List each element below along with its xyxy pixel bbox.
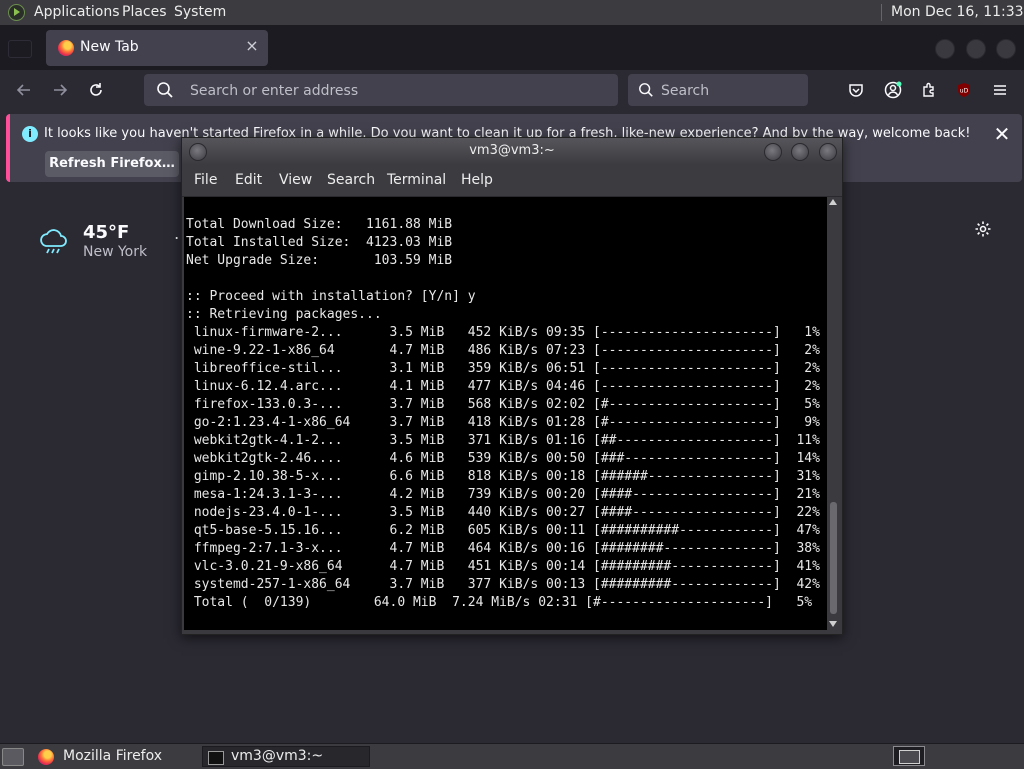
scrollbar-thumb[interactable]: [830, 502, 837, 614]
weather-widget[interactable]: 45°F New York ⋯: [38, 218, 198, 268]
search-icon: [157, 82, 173, 98]
close-window-button[interactable]: [996, 39, 1016, 59]
taskbar-firefox-label: Mozilla Firefox: [63, 748, 163, 764]
hamburger-menu-icon[interactable]: [988, 78, 1012, 102]
menu-edit[interactable]: Edit: [235, 164, 262, 196]
menu-terminal[interactable]: Terminal: [387, 164, 446, 196]
firefox-icon: [58, 40, 74, 56]
maximize-button[interactable]: [966, 39, 986, 59]
clock[interactable]: Mon Dec 16, 11:33 AM: [891, 0, 1024, 45]
account-icon[interactable]: [881, 78, 905, 102]
extensions-icon[interactable]: [917, 78, 941, 102]
firefox-tab-bar: New Tab ×: [0, 26, 1024, 70]
terminal-titlebar[interactable]: vm3@vm3:~: [182, 138, 842, 164]
taskbar-terminal-label: vm3@vm3:~: [231, 748, 324, 764]
menu-file[interactable]: File: [194, 164, 217, 196]
gear-icon[interactable]: [972, 218, 994, 240]
firefox-view-icon[interactable]: [8, 40, 32, 58]
scroll-up-icon[interactable]: [829, 199, 837, 205]
svg-text:uD: uD: [960, 88, 969, 95]
menu-view[interactable]: View: [279, 164, 312, 196]
terminal-screen[interactable]: Total Download Size: 1161.88 MiB Total I…: [184, 197, 827, 630]
distro-logo-icon[interactable]: [8, 4, 25, 21]
notification-close-icon[interactable]: ✕: [990, 122, 1014, 146]
terminal-minimize-button[interactable]: [764, 143, 782, 161]
search-input[interactable]: [659, 74, 803, 108]
terminal-icon: [208, 751, 224, 765]
tab-new-tab[interactable]: New Tab ×: [46, 30, 268, 66]
taskbar-terminal[interactable]: vm3@vm3:~: [202, 746, 370, 767]
temperature: 45°F: [83, 222, 130, 243]
terminal-scrollbar[interactable]: [827, 197, 840, 630]
scroll-down-icon[interactable]: [829, 621, 837, 627]
workspace-switcher[interactable]: [893, 746, 925, 766]
firefox-icon: [38, 749, 54, 765]
address-input[interactable]: [188, 74, 602, 108]
terminal-maximize-button[interactable]: [791, 143, 809, 161]
terminal-title: vm3@vm3:~: [469, 143, 555, 158]
tab-title: New Tab: [80, 39, 139, 55]
ublock-origin-icon[interactable]: uD: [952, 78, 976, 102]
bottom-panel: Mozilla Firefox vm3@vm3:~: [0, 743, 1024, 769]
info-icon: i: [22, 126, 38, 142]
address-bar[interactable]: [144, 74, 618, 108]
arrow-right-icon: [54, 84, 68, 96]
weather-location: New York: [83, 244, 148, 260]
terminal-menubar: File Edit View Search Terminal Help: [182, 164, 842, 197]
terminal-window[interactable]: vm3@vm3:~ File Edit View Search Terminal…: [181, 137, 843, 635]
menu-search[interactable]: Search: [327, 164, 375, 196]
system-menu[interactable]: System: [174, 0, 226, 25]
rain-cloud-icon: [40, 229, 67, 254]
taskbar-firefox[interactable]: Mozilla Firefox: [34, 746, 196, 767]
panel-separator: [881, 4, 882, 21]
back-button[interactable]: [10, 76, 38, 104]
forward-button[interactable]: [46, 76, 74, 104]
refresh-firefox-button[interactable]: Refresh Firefox…: [45, 151, 179, 177]
tab-close-icon[interactable]: ×: [242, 36, 262, 56]
pocket-icon[interactable]: [844, 78, 868, 102]
arrow-left-icon: [16, 84, 30, 96]
navigation-toolbar: uD: [0, 70, 1024, 110]
reload-icon: [90, 83, 102, 96]
places-menu[interactable]: Places: [122, 0, 167, 25]
reload-button[interactable]: [82, 76, 110, 104]
applications-menu[interactable]: Applications: [34, 0, 120, 25]
menu-help[interactable]: Help: [461, 164, 493, 196]
terminal-close-button[interactable]: [819, 143, 837, 161]
top-panel: Applications Places System Mon Dec 16, 1…: [0, 0, 1024, 45]
search-icon: [639, 83, 653, 97]
minimize-button[interactable]: [935, 39, 955, 59]
search-bar[interactable]: [628, 74, 808, 108]
show-desktop-icon[interactable]: [2, 748, 24, 766]
terminal-output: Total Download Size: 1161.88 MiB Total I…: [186, 217, 820, 610]
